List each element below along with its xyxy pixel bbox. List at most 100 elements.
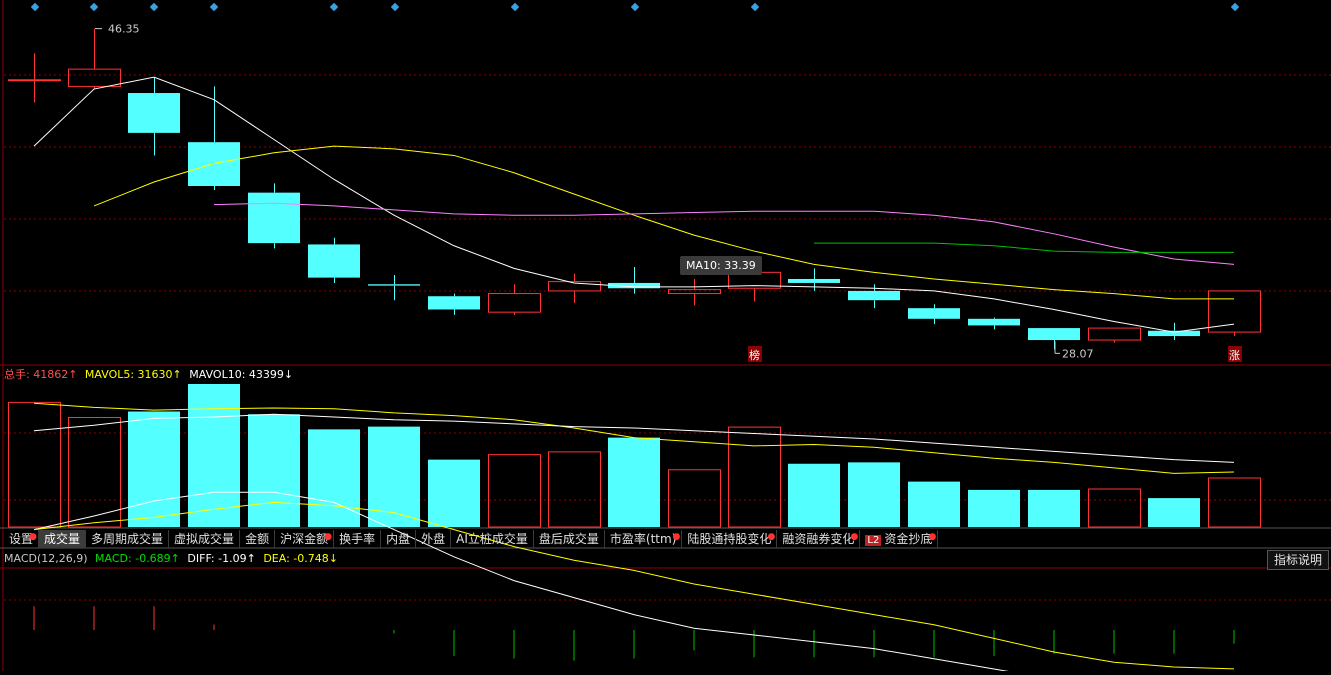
candle-body [1028, 328, 1080, 341]
tab-label: 多周期成交量 [91, 532, 164, 546]
tab-label: 虚拟成交量 [174, 532, 235, 546]
new-dot-icon: ● [324, 532, 333, 542]
volume-bar [728, 426, 781, 528]
tab-label: 换手率 [339, 532, 376, 546]
volume-bar [968, 489, 1020, 527]
ma10-tooltip: MA10: 33.39 [680, 256, 762, 275]
l2-badge: L2 [865, 535, 882, 546]
macd-name-label: MACD(12,26,9) [4, 552, 88, 565]
volume-bar [548, 451, 601, 528]
volume-bar [848, 462, 900, 527]
volume-bar [1208, 477, 1261, 528]
candle-body [68, 68, 121, 87]
tab-label: AI立桩成交量 [456, 532, 528, 546]
macd-legend: MACD(12,26,9) MACD: -0.689↑ DIFF: -1.09↑… [4, 552, 342, 566]
candle-body [1088, 327, 1141, 341]
volume-bar [668, 469, 721, 528]
candle-body [788, 278, 840, 283]
tab-10[interactable]: 盘后成交量 [534, 530, 605, 548]
event-marker-icon [149, 2, 159, 12]
candle-body [128, 93, 180, 133]
candle-body [428, 296, 480, 310]
indicator-tab-bar: 设置 ● 成交量 多周期成交量 虚拟成交量 金额 沪深金额 ● 换手率 内盘 外盘 AI立桩成交量 盘后… [4, 530, 939, 548]
total-volume-label: 总手: 41862↑ [4, 368, 78, 381]
volume-bar [608, 437, 660, 527]
candle-body [1148, 330, 1200, 337]
candle-body [488, 293, 541, 313]
tab-12[interactable]: 陆股通持股变化 ● [682, 530, 778, 548]
tab-5[interactable]: 沪深金额 ● [275, 530, 335, 548]
tab-label: 陆股通持股变化 [687, 532, 772, 546]
tab-label: 外盘 [421, 532, 446, 546]
candle-body [248, 192, 300, 244]
volume-bar [128, 411, 180, 527]
volume-bar [788, 463, 840, 527]
volume-bar [908, 481, 960, 527]
volume-bar [8, 401, 61, 528]
new-dot-icon: ● [672, 532, 681, 542]
event-badge-label: 涨 [1229, 349, 1240, 362]
tab-label: 融资融券变化 [782, 532, 855, 546]
tab-7[interactable]: 内盘 [381, 530, 417, 548]
tab-9[interactable]: AI立桩成交量 [451, 530, 534, 548]
volume-bar [308, 429, 360, 527]
candle-body [848, 290, 900, 301]
volume-bar [488, 454, 541, 528]
new-dot-icon: ● [850, 532, 859, 542]
low-price-label: 28.07 [1062, 347, 1094, 360]
tab-label: 内盘 [386, 532, 411, 546]
event-marker-icon [1230, 2, 1240, 12]
indicator-explanation-button[interactable]: 指标说明 [1266, 550, 1329, 570]
tab-6[interactable]: 换手率 [334, 530, 382, 548]
candle-body [968, 318, 1020, 326]
volume-bar [368, 426, 420, 527]
tab-14[interactable]: L2 资金抄底 ● [860, 530, 939, 548]
stock-chart: 46.35 28.07 榜 涨 [0, 0, 1331, 675]
tab-2[interactable]: 多周期成交量 [86, 530, 170, 548]
high-price-label: 46.35 [108, 23, 140, 36]
dea-value-label: DEA: -0.748↓ [263, 552, 338, 565]
candle-body [188, 142, 240, 186]
new-dot-icon: ● [767, 532, 776, 542]
event-marker-icon [750, 2, 760, 12]
new-dot-icon: ● [928, 532, 937, 542]
tab-label: 成交量 [44, 532, 81, 546]
macd-value-label: MACD: -0.689↑ [95, 552, 180, 565]
chart-canvas[interactable]: 46.35 28.07 榜 涨 [0, 0, 1331, 675]
candle-body [908, 308, 960, 319]
tab-label: 市盈率(ttm) [609, 532, 677, 546]
volume-bar [1148, 498, 1200, 527]
volume-bar [428, 459, 480, 527]
volume-bar [248, 414, 300, 527]
candle-body [308, 244, 360, 278]
event-marker-icon [329, 2, 339, 12]
new-dot-icon: ● [29, 532, 38, 542]
tab-1[interactable]: 成交量 [39, 530, 87, 548]
tab-4[interactable]: 金额 [240, 530, 276, 548]
volume-bar [188, 384, 240, 527]
volume-bar [68, 417, 121, 528]
tab-label: 沪深金额 [280, 532, 329, 546]
tab-label: 盘后成交量 [538, 532, 599, 546]
tab-11[interactable]: 市盈率(ttm) ● [605, 530, 683, 548]
tab-8[interactable]: 外盘 [416, 530, 452, 548]
event-marker-icon [390, 2, 400, 12]
tab-label: 资金抄底 [884, 532, 933, 546]
tab-3[interactable]: 虚拟成交量 [169, 530, 241, 548]
event-marker-icon [209, 2, 219, 12]
diff-value-label: DIFF: -1.09↑ [187, 552, 256, 565]
ma30-line [814, 242, 1234, 253]
candle-body [368, 284, 420, 286]
mavol10-label: MAVOL10: 43399↓ [189, 368, 294, 381]
volume-bar [1028, 489, 1080, 527]
volume-bar [1088, 488, 1141, 528]
event-badge-label: 榜 [749, 348, 760, 362]
event-marker-icon [30, 2, 40, 12]
event-marker-icon [510, 2, 520, 12]
volume-legend: 总手: 41862↑ MAVOL5: 31630↑ MAVOL10: 43399… [4, 368, 297, 382]
tab-label: 金额 [245, 532, 270, 546]
tab-13[interactable]: 融资融券变化 ● [777, 530, 861, 548]
mavol5-label: MAVOL5: 31630↑ [84, 368, 182, 381]
tab-0[interactable]: 设置 ● [4, 530, 40, 548]
event-marker-icon [89, 2, 99, 12]
